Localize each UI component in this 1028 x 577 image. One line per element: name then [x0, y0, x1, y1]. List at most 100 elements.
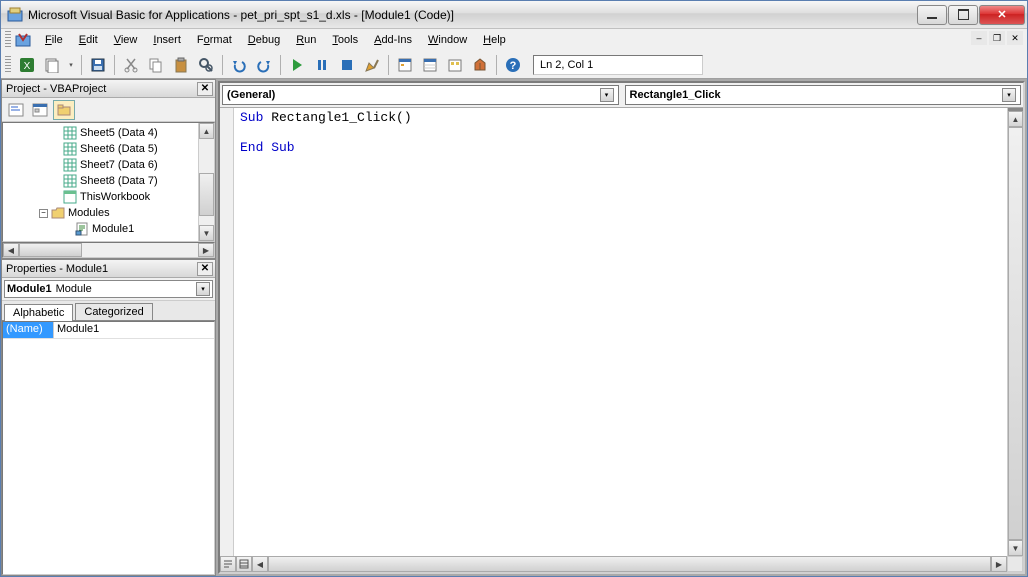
break-button[interactable]: [311, 54, 333, 76]
view-object-button[interactable]: [29, 100, 51, 120]
scroll-track[interactable]: [1008, 127, 1023, 540]
close-button[interactable]: [979, 5, 1025, 25]
full-module-view-button[interactable]: [236, 556, 252, 572]
menu-debug[interactable]: Debug: [241, 32, 287, 48]
menu-window[interactable]: Window: [421, 32, 474, 48]
scroll-up-button[interactable]: ▲: [1008, 111, 1023, 127]
tree-horizontal-scrollbar[interactable]: ◀ ▶: [2, 242, 215, 258]
tree-item-module1[interactable]: Module1: [5, 221, 198, 237]
property-name-value[interactable]: Module1: [53, 322, 214, 338]
project-panel-close-button[interactable]: ✕: [197, 82, 213, 96]
paste-button[interactable]: [170, 54, 192, 76]
tree-item-modules-folder[interactable]: − Modules: [5, 205, 198, 221]
cursor-location: Ln 2, Col 1: [533, 55, 703, 75]
scroll-thumb[interactable]: [1008, 127, 1023, 540]
object-selector[interactable]: Module1 Module ▾: [2, 278, 215, 301]
mdi-minimize-button[interactable]: –: [971, 31, 987, 45]
svg-text:?: ?: [510, 60, 517, 72]
run-button[interactable]: [286, 54, 308, 76]
grip-icon: [5, 31, 11, 49]
scroll-thumb[interactable]: [268, 556, 991, 572]
scroll-down-button[interactable]: ▼: [199, 225, 214, 241]
object-browser-button[interactable]: [444, 54, 466, 76]
code-body: Sub Rectangle1_Click() End Sub ▲ ▼: [220, 108, 1023, 556]
tab-categorized[interactable]: Categorized: [75, 303, 152, 320]
properties-grid[interactable]: (Name) Module1: [2, 321, 215, 575]
project-panel-header: Project - VBAProject ✕: [2, 80, 215, 98]
dropdown-icon[interactable]: ▾: [196, 282, 210, 296]
properties-window-button[interactable]: [419, 54, 441, 76]
scroll-thumb[interactable]: [199, 173, 214, 216]
scroll-track[interactable]: [268, 556, 991, 572]
scroll-right-button[interactable]: ▶: [991, 556, 1007, 572]
view-code-button[interactable]: [5, 100, 27, 120]
scroll-left-button[interactable]: ◀: [252, 556, 268, 572]
tree-item-sheet7[interactable]: Sheet7 (Data 6): [5, 157, 198, 173]
worksheet-icon: [63, 142, 77, 156]
main-area: Project - VBAProject ✕ Sheet5 (Data 4): [1, 79, 1027, 576]
undo-button[interactable]: [228, 54, 250, 76]
menu-insert[interactable]: Insert: [146, 32, 188, 48]
menu-file[interactable]: File: [38, 32, 70, 48]
design-mode-button[interactable]: [361, 54, 383, 76]
code-vertical-scrollbar[interactable]: ▲ ▼: [1007, 108, 1023, 556]
scroll-track[interactable]: [199, 139, 214, 225]
object-name: Module1: [7, 283, 52, 295]
tab-alphabetic[interactable]: Alphabetic: [4, 304, 73, 321]
vba-window: Microsoft Visual Basic for Applications …: [0, 0, 1028, 577]
titlebar: Microsoft Visual Basic for Applications …: [1, 1, 1027, 29]
menu-format[interactable]: Format: [190, 32, 239, 48]
help-button[interactable]: ?: [502, 54, 524, 76]
reset-button[interactable]: [336, 54, 358, 76]
menu-view[interactable]: View: [107, 32, 145, 48]
copy-button[interactable]: [145, 54, 167, 76]
menu-help[interactable]: Help: [476, 32, 513, 48]
properties-panel-close-button[interactable]: ✕: [197, 262, 213, 276]
code-editor[interactable]: Sub Rectangle1_Click() End Sub: [234, 108, 1007, 556]
object-combo[interactable]: (General) ▾: [222, 85, 619, 105]
code-margin[interactable]: [220, 108, 234, 556]
project-tree[interactable]: Sheet5 (Data 4) Sheet6 (Data 5) Sheet7 (…: [3, 123, 198, 241]
project-explorer-button[interactable]: [394, 54, 416, 76]
collapse-icon[interactable]: −: [39, 209, 48, 218]
scroll-down-button[interactable]: ▼: [1008, 540, 1023, 556]
code-area: (General) ▾ Rectangle1_Click ▾ Sub Recta…: [216, 79, 1027, 576]
menu-addins[interactable]: Add-Ins: [367, 32, 419, 48]
size-grip[interactable]: [1007, 556, 1023, 572]
find-button[interactable]: [195, 54, 217, 76]
minimize-button[interactable]: [917, 5, 947, 25]
property-row-name[interactable]: (Name) Module1: [3, 322, 214, 339]
maximize-button[interactable]: [948, 5, 978, 25]
toolbox-button[interactable]: [469, 54, 491, 76]
scroll-track[interactable]: [19, 243, 198, 257]
scroll-right-button[interactable]: ▶: [198, 243, 214, 257]
save-button[interactable]: [87, 54, 109, 76]
menubar-app-icon[interactable]: [15, 32, 31, 48]
project-panel-title: Project - VBAProject: [6, 83, 197, 95]
insert-dropdown[interactable]: ▾: [66, 61, 76, 69]
tree-item-sheet5[interactable]: Sheet5 (Data 4): [5, 125, 198, 141]
menu-tools[interactable]: Tools: [325, 32, 365, 48]
menu-edit[interactable]: Edit: [72, 32, 105, 48]
cut-button[interactable]: [120, 54, 142, 76]
insert-module-button[interactable]: [41, 54, 63, 76]
scroll-thumb[interactable]: [19, 243, 82, 257]
tree-item-thisworkbook[interactable]: ThisWorkbook: [5, 189, 198, 205]
view-excel-button[interactable]: X: [16, 54, 38, 76]
procedure-combo[interactable]: Rectangle1_Click ▾: [625, 85, 1022, 105]
mdi-restore-button[interactable]: ❐: [989, 31, 1005, 45]
tree-vertical-scrollbar[interactable]: ▲ ▼: [198, 123, 214, 241]
procedure-view-button[interactable]: [220, 556, 236, 572]
toggle-folders-button[interactable]: [53, 100, 75, 120]
scroll-left-button[interactable]: ◀: [3, 243, 19, 257]
dropdown-icon[interactable]: ▾: [600, 88, 614, 102]
window-buttons: [916, 5, 1025, 25]
menu-run[interactable]: Run: [289, 32, 323, 48]
redo-button[interactable]: [253, 54, 275, 76]
tree-item-sheet8[interactable]: Sheet8 (Data 7): [5, 173, 198, 189]
app-icon: [7, 7, 23, 23]
tree-item-sheet6[interactable]: Sheet6 (Data 5): [5, 141, 198, 157]
scroll-up-button[interactable]: ▲: [199, 123, 214, 139]
mdi-close-button[interactable]: ✕: [1007, 31, 1023, 45]
dropdown-icon[interactable]: ▾: [1002, 88, 1016, 102]
